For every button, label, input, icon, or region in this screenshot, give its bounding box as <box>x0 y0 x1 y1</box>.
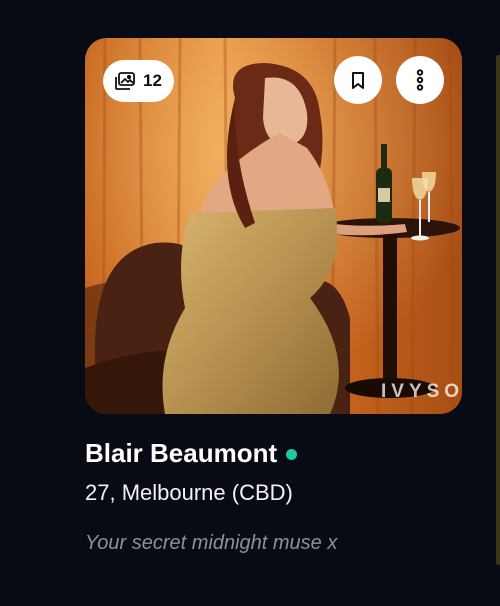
bookmark-icon <box>351 71 365 90</box>
gallery-icon <box>115 72 135 90</box>
bookmark-button[interactable] <box>334 56 382 104</box>
profile-photo[interactable]: 12 IVYSO <box>85 38 462 414</box>
name-row: Blair Beaumont <box>85 438 298 469</box>
photo-count: 12 <box>143 71 162 90</box>
photo-count-badge[interactable]: 12 <box>103 60 174 102</box>
profile-name[interactable]: Blair Beaumont <box>85 438 277 469</box>
profile-details: 27, Melbourne (CBD) <box>85 480 293 505</box>
more-vertical-icon <box>416 69 424 91</box>
online-status-dot <box>286 449 298 460</box>
more-options-button[interactable] <box>396 56 444 104</box>
profile-tagline: Your secret midnight muse x <box>85 532 338 554</box>
profile-card[interactable]: 12 IVYSO Blair Beaumont 27, Melbourne (C… <box>85 38 462 554</box>
watermark: IVYSO <box>381 381 462 402</box>
next-card-edge[interactable] <box>496 55 500 565</box>
